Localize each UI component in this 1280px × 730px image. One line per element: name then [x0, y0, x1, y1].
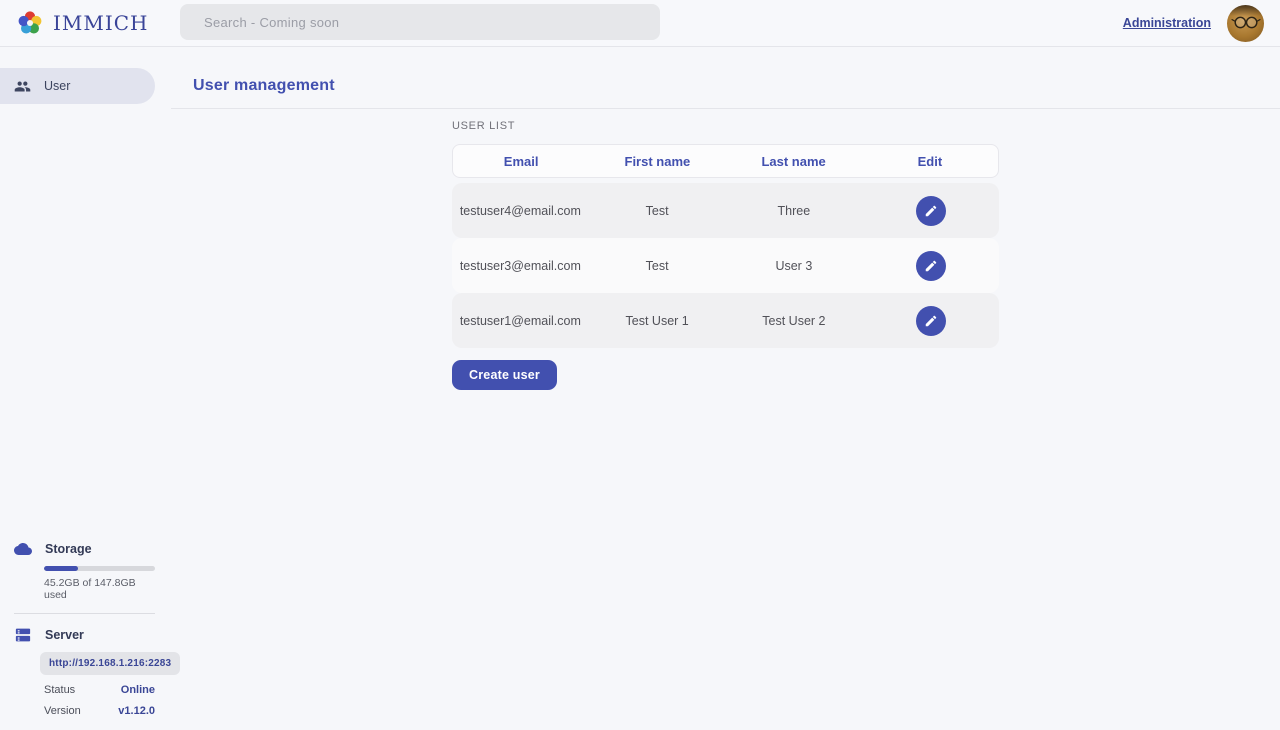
title-bar: User management [171, 47, 1280, 109]
sidebar-item-user[interactable]: User [0, 68, 155, 104]
col-header-first-name: First name [625, 154, 691, 169]
storage-progress-bar [44, 566, 155, 571]
cell-email: testuser4@email.com [460, 204, 581, 218]
server-title: Server [45, 628, 84, 642]
pencil-icon [924, 204, 938, 218]
status-value: Online [121, 684, 155, 696]
status-label: Status [44, 684, 75, 696]
sidebar-footer: Storage 45.2GB of 147.8GB used Server ht… [0, 540, 171, 717]
user-list-label: USER LIST [452, 121, 999, 132]
cell-email: testuser3@email.com [460, 259, 581, 273]
server-version-row: Version v1.12.0 [44, 705, 155, 717]
logo-text: IMMICH [53, 11, 149, 35]
col-header-email: Email [504, 154, 539, 169]
table-row: testuser3@email.com Test User 3 [452, 238, 999, 293]
edit-user-button[interactable] [916, 251, 946, 281]
edit-user-button[interactable] [916, 306, 946, 336]
cell-last-name: User 3 [775, 259, 812, 273]
col-header-last-name: Last name [761, 154, 825, 169]
sidebar-divider [14, 613, 155, 614]
flower-logo-icon [16, 9, 44, 37]
cell-email: testuser1@email.com [460, 314, 581, 328]
server-status-row: Status Online [44, 684, 155, 696]
cell-first-name: Test User 1 [626, 314, 689, 328]
cell-last-name: Test User 2 [762, 314, 825, 328]
cell-first-name: Test [646, 204, 669, 218]
top-bar: IMMICH Search - Coming soon Administrati… [0, 0, 1280, 47]
table-row: testuser4@email.com Test Three [452, 183, 999, 238]
search-input[interactable]: Search - Coming soon [180, 4, 660, 40]
avatar[interactable] [1227, 5, 1264, 42]
server-icon [14, 626, 32, 644]
administration-link[interactable]: Administration [1123, 16, 1211, 30]
storage-progress-fill [44, 566, 78, 571]
storage-header: Storage [14, 540, 155, 558]
edit-user-button[interactable] [916, 196, 946, 226]
search-placeholder: Search - Coming soon [204, 15, 339, 30]
sidebar: User Storage 45.2GB of 147.8GB used [0, 47, 171, 730]
cell-last-name: Three [778, 204, 811, 218]
col-header-edit: Edit [918, 154, 943, 169]
pencil-icon [924, 314, 938, 328]
server-url-badge: http://192.168.1.216:2283 [40, 652, 180, 675]
version-label: Version [44, 705, 81, 717]
table-row: testuser1@email.com Test User 1 Test Use… [452, 293, 999, 348]
immich-logo[interactable]: IMMICH [16, 9, 149, 37]
server-header: Server [14, 626, 155, 644]
main-panel: User management USER LIST Email First na… [171, 47, 1280, 730]
cell-first-name: Test [646, 259, 669, 273]
storage-title: Storage [45, 542, 92, 556]
cloud-icon [14, 540, 32, 558]
version-value: v1.12.0 [118, 705, 155, 717]
create-user-button[interactable]: Create user [452, 360, 557, 390]
table-header-row: Email First name Last name Edit [452, 144, 999, 178]
glasses-avatar-image [1227, 5, 1264, 42]
storage-usage-text: 45.2GB of 147.8GB used [44, 577, 155, 601]
pencil-icon [924, 259, 938, 273]
people-icon [14, 78, 31, 95]
page-title: User management [193, 77, 1280, 95]
sidebar-item-label: User [44, 79, 70, 93]
